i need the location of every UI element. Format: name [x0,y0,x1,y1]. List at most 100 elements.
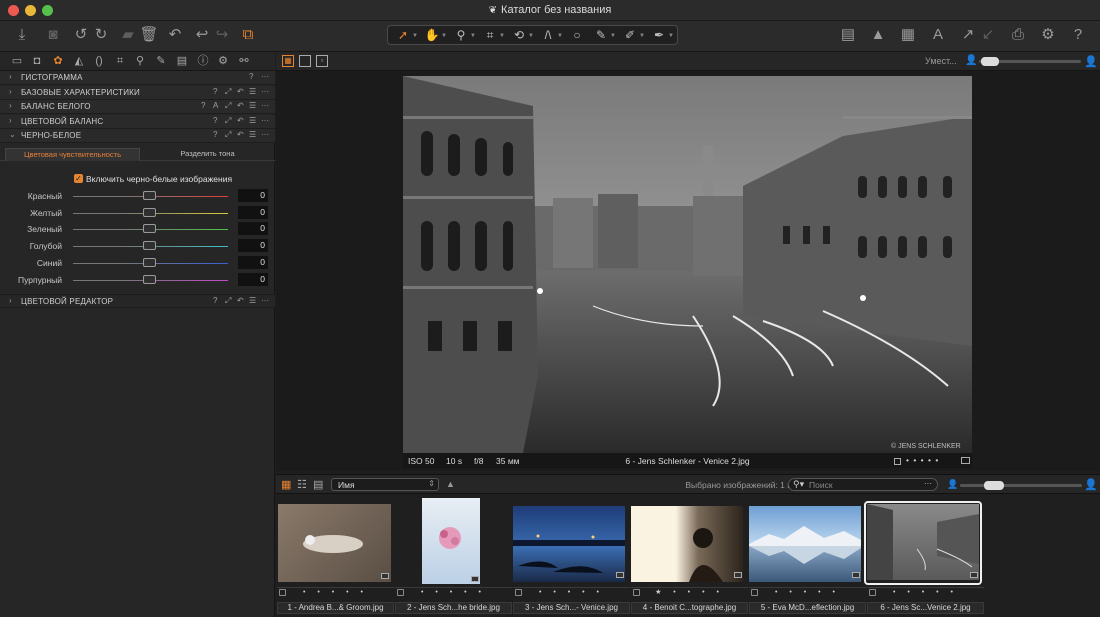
expand-icon[interactable]: ⤢ [225,296,231,306]
chevron-down-icon[interactable]: ⌄ [9,130,16,139]
slider-value-field[interactable]: 0 [238,256,268,269]
slider-value-field[interactable]: 0 [238,222,268,235]
enable-bw-checkbox[interactable]: ✓ [74,174,83,183]
text-icon[interactable]: A [928,24,948,46]
crop-tool-icon[interactable]: ⌗ ▼ [480,26,505,44]
info-icon[interactable]: ⓘ [195,54,211,69]
section-color-editor[interactable]: › ЦВЕТОВОЙ РЕДАКТОР ? ⤢ ↶ ☰ ··· [0,294,275,308]
redo-icon[interactable]: ↪ [212,24,232,46]
single-view-icon[interactable] [299,55,311,67]
thumbnail[interactable]: • • • • • 5 - Eva McD...eflection.jpg [749,498,866,615]
tab-split-tones[interactable]: Разделить тона [140,148,275,161]
help-icon[interactable]: ? [213,130,217,139]
slider-knob[interactable] [143,241,156,250]
thumbnail-rating[interactable]: • • • • • [749,587,866,597]
search-options-icon[interactable]: ··· [924,479,932,488]
compare-icon[interactable]: ▤ [838,24,858,46]
expand-icon[interactable]: ⤢ [225,101,231,111]
photo-select-checkbox[interactable] [894,458,901,465]
expand-icon[interactable]: ⤢ [225,116,231,126]
metadata-icon[interactable]: ▤ [174,54,190,69]
slider-value-field[interactable]: 0 [238,206,268,219]
more-icon[interactable]: ··· [261,87,269,96]
thumbnail-selected[interactable]: • • • • • 6 - Jens Sc...Venice 2.jpg [864,498,984,615]
warning-icon[interactable]: ▲ [868,24,888,46]
reset-icon[interactable]: ↶ [237,116,244,125]
print-icon[interactable]: ⎙ [1008,24,1028,46]
undo-icon[interactable]: ↩ [192,24,212,46]
thumbnail-image[interactable] [513,506,625,582]
zoom-slider[interactable] [979,57,1081,66]
exposure-icon[interactable]: ◭ [71,54,87,69]
output-icon[interactable]: ⚯ [236,54,252,69]
section-basic[interactable]: › БАЗОВЫЕ ХАРАКТЕРИСТИКИ ? ⤢ ↶ ☰ ··· [0,86,275,100]
brush-icon[interactable]: ✎ [153,54,169,69]
more-icon[interactable]: ··· [261,72,269,81]
slider-knob[interactable] [143,191,156,200]
pan-hand-icon[interactable]: ✋ ▼ [422,26,447,44]
thumbnail-rating[interactable]: • • • • • [395,587,512,597]
menu-icon[interactable]: ☰ [249,101,256,110]
folder-icon[interactable]: ▭ [9,54,25,69]
zoom-slider-knob[interactable] [981,57,999,66]
thumbnail-rating[interactable]: • • • • • [277,587,394,597]
thumbnail-rating[interactable]: • • • • • [513,587,630,597]
thumbnail-image[interactable] [867,504,979,580]
thumbnail[interactable]: • • • • • 3 - Jens Sch...- Venice.jpg [513,498,630,615]
help-icon[interactable]: ? [1068,24,1088,46]
more-icon[interactable]: ··· [261,101,269,110]
thumbnail-image[interactable] [749,506,861,582]
thumbnail-size-knob[interactable] [984,481,1004,490]
thumbnail-image[interactable] [278,504,391,582]
rotate-left-icon[interactable]: ↺ [71,24,91,46]
expand-icon[interactable]: ⤢ [225,87,231,97]
slider-knob[interactable] [143,224,156,233]
rotate-right-icon[interactable]: ↻ [91,24,111,46]
slider-value-field[interactable]: 0 [238,189,268,202]
search-icon[interactable]: ⚲ [132,54,148,69]
grid-icon[interactable]: ▦ [898,24,918,46]
chevron-right-icon[interactable]: › [9,296,12,305]
more-icon[interactable]: ··· [261,296,269,305]
help-icon[interactable]: ? [213,87,217,96]
gear-icon[interactable]: ⚙ [215,54,231,69]
keystone-icon[interactable]: /\ ▼ [538,26,563,44]
chevron-right-icon[interactable]: › [9,116,12,125]
slider-value-field[interactable]: 0 [238,239,268,252]
slider-knob[interactable] [143,258,156,267]
copy-adjustments-icon[interactable]: ⧉ [238,24,258,46]
import-icon[interactable]: ⤓ [12,24,32,46]
reset-icon[interactable]: ↶ [237,130,244,139]
capture-icon[interactable]: ◙ [43,24,63,46]
rotate-tool-icon[interactable]: ⟲ ▼ [509,26,534,44]
thumbnail-rating[interactable]: ★ • • • • [631,587,748,597]
search-field[interactable]: ⚲▾ Поиск ··· [788,478,938,491]
reset-icon[interactable]: ↶ [237,296,244,305]
spot-removal-icon[interactable]: ○ [567,26,587,44]
export-disabled-icon[interactable]: ↙ [978,24,998,46]
auto-icon[interactable]: A [213,101,218,110]
clear-icon[interactable]: ▰ [118,24,138,46]
thumbnail-rating[interactable]: • • • • • [867,587,984,597]
help-icon[interactable]: ? [213,296,217,305]
thumbnail[interactable]: • • • • • 2 - Jens Sch...he bride.jpg [395,498,512,615]
picker-icon[interactable]: ✐ ▼ [620,26,645,44]
menu-icon[interactable]: ☰ [249,296,256,305]
reset-icon[interactable]: ↶ [165,24,185,46]
thumbnail-image[interactable] [631,506,743,582]
section-histogram[interactable]: › ГИСТОГРАММА ? ··· [0,71,275,85]
reset-icon[interactable]: ↶ [237,101,244,110]
menu-icon[interactable]: ☰ [249,130,256,139]
help-icon[interactable]: ? [213,116,217,125]
thumbnail[interactable]: ★ • • • • 4 - Benoit C...tographe.jpg [631,498,748,615]
section-black-white[interactable]: ⌄ ЧЕРНО-БЕЛОЕ ? ⤢ ↶ ☰ ··· [0,129,275,143]
slider-knob[interactable] [143,208,156,217]
menu-icon[interactable]: ☰ [249,87,256,96]
trash-icon[interactable]: 🗑 [139,24,159,46]
chevron-right-icon[interactable]: › [9,101,12,110]
expand-icon[interactable]: ⤢ [225,130,231,140]
crop-icon[interactable]: ⌗ [112,54,128,69]
select-cursor-icon[interactable]: ➚ ▼ [393,26,418,44]
lens-icon[interactable]: () [91,54,107,69]
proof-view-icon[interactable]: ▫ [316,55,328,67]
